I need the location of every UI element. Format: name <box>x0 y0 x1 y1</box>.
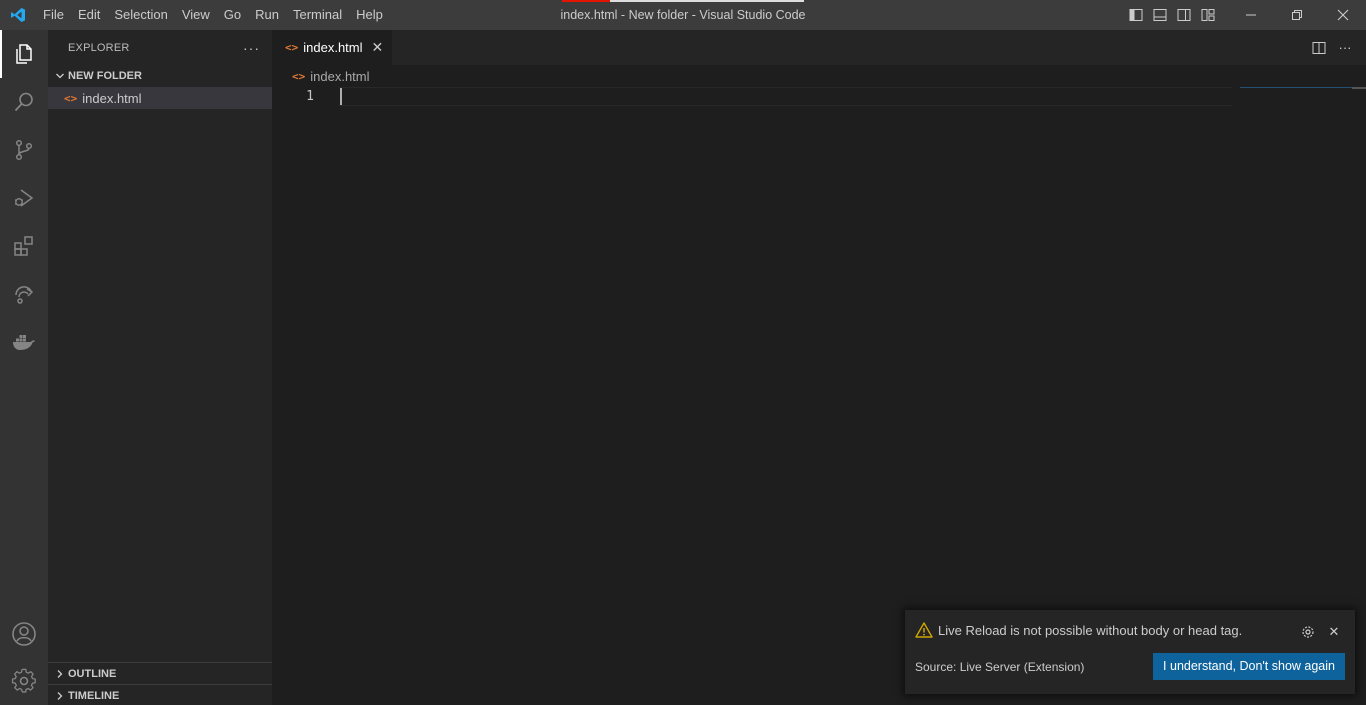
text-cursor <box>340 88 342 105</box>
account-icon[interactable] <box>0 610 48 658</box>
tab-label: index.html <box>303 40 363 55</box>
settings-gear-icon[interactable] <box>0 657 48 705</box>
docker-icon[interactable] <box>0 318 48 366</box>
title-progress <box>610 0 804 2</box>
menu-file[interactable]: File <box>36 0 71 30</box>
title-bar: File Edit Selection View Go Run Terminal… <box>0 0 1366 30</box>
toggle-panel-icon[interactable] <box>1148 0 1172 30</box>
notification-close-icon[interactable]: ✕ <box>1323 622 1345 642</box>
toggle-primary-sidebar-icon[interactable] <box>1124 0 1148 30</box>
notification-message: Live Reload is not possible without body… <box>938 622 1243 638</box>
window-controls <box>1124 0 1366 30</box>
line-number: 1 <box>306 89 314 104</box>
editor-actions: ··· <box>1306 30 1366 65</box>
html-file-icon: <> <box>285 41 299 54</box>
menu-view[interactable]: View <box>175 0 217 30</box>
split-editor-icon[interactable] <box>1306 30 1332 65</box>
menu-edit[interactable]: Edit <box>71 0 107 30</box>
editor-tabs: <> index.html ✕ ··· <box>272 30 1366 65</box>
timeline-section[interactable]: TIMELINE <box>48 684 272 705</box>
tab-close-icon[interactable]: ✕ <box>372 39 384 56</box>
scrollbar[interactable] <box>1352 87 1366 89</box>
current-line-highlight <box>338 87 1232 106</box>
dont-show-again-button[interactable]: I understand, Don't show again <box>1153 653 1345 680</box>
breadcrumb: <> index.html <box>272 65 1366 87</box>
menu-selection[interactable]: Selection <box>107 0 174 30</box>
outline-label: OUTLINE <box>68 668 117 680</box>
explorer-sidebar: EXPLORER ··· NEW FOLDER <> index.html OU… <box>48 30 272 705</box>
notification-settings-gear-icon[interactable] <box>1297 622 1319 642</box>
menu-run[interactable]: Run <box>248 0 286 30</box>
html-file-icon: <> <box>292 69 306 83</box>
notification-actions: ✕ <box>1293 622 1345 642</box>
extensions-icon[interactable] <box>0 222 48 270</box>
notification-message-row: Live Reload is not possible without body… <box>915 622 1242 638</box>
chevron-right-icon <box>52 691 68 701</box>
files-icon[interactable] <box>0 30 48 78</box>
html-file-icon: <> <box>64 91 78 105</box>
notification-source: Source: Live Server (Extension) <box>915 660 1085 674</box>
notification-toast: Live Reload is not possible without body… <box>905 610 1355 694</box>
folder-name: NEW FOLDER <box>68 70 142 82</box>
customize-layout-icon[interactable] <box>1196 0 1220 30</box>
file-item-label: index.html <box>82 90 142 106</box>
menu-terminal[interactable]: Terminal <box>286 0 349 30</box>
folder-section-header[interactable]: NEW FOLDER <box>48 65 272 87</box>
minimap-slider[interactable] <box>1240 87 1352 88</box>
source-control-icon[interactable] <box>0 126 48 174</box>
tab-index-html[interactable]: <> index.html ✕ <box>272 30 392 65</box>
menu-go[interactable]: Go <box>217 0 248 30</box>
timeline-label: TIMELINE <box>68 690 120 702</box>
toggle-secondary-sidebar-icon[interactable] <box>1172 0 1196 30</box>
explorer-header: EXPLORER ··· <box>48 30 272 65</box>
minimize-icon[interactable] <box>1228 0 1274 30</box>
explorer-title: EXPLORER <box>68 41 130 54</box>
restore-icon[interactable] <box>1274 0 1320 30</box>
breadcrumb-file[interactable]: index.html <box>310 69 369 84</box>
chevron-right-icon <box>52 669 68 679</box>
activity-bar <box>0 30 48 705</box>
search-icon[interactable] <box>0 78 48 126</box>
run-debug-icon[interactable] <box>0 174 48 222</box>
remote-explorer-icon[interactable] <box>0 270 48 318</box>
close-window-icon[interactable] <box>1320 0 1366 30</box>
file-item-index-html[interactable]: <> index.html <box>48 87 272 109</box>
chevron-down-icon <box>52 71 68 81</box>
menu-help[interactable]: Help <box>349 0 390 30</box>
explorer-more-actions-button[interactable]: ··· <box>243 40 260 56</box>
vscode-logo-icon <box>0 0 36 30</box>
editor-more-actions-button[interactable]: ··· <box>1332 30 1358 65</box>
outline-section[interactable]: OUTLINE <box>48 662 272 685</box>
title-progress-error <box>562 0 610 2</box>
warning-icon <box>915 622 933 638</box>
menu-bar: File Edit Selection View Go Run Terminal… <box>36 0 390 30</box>
